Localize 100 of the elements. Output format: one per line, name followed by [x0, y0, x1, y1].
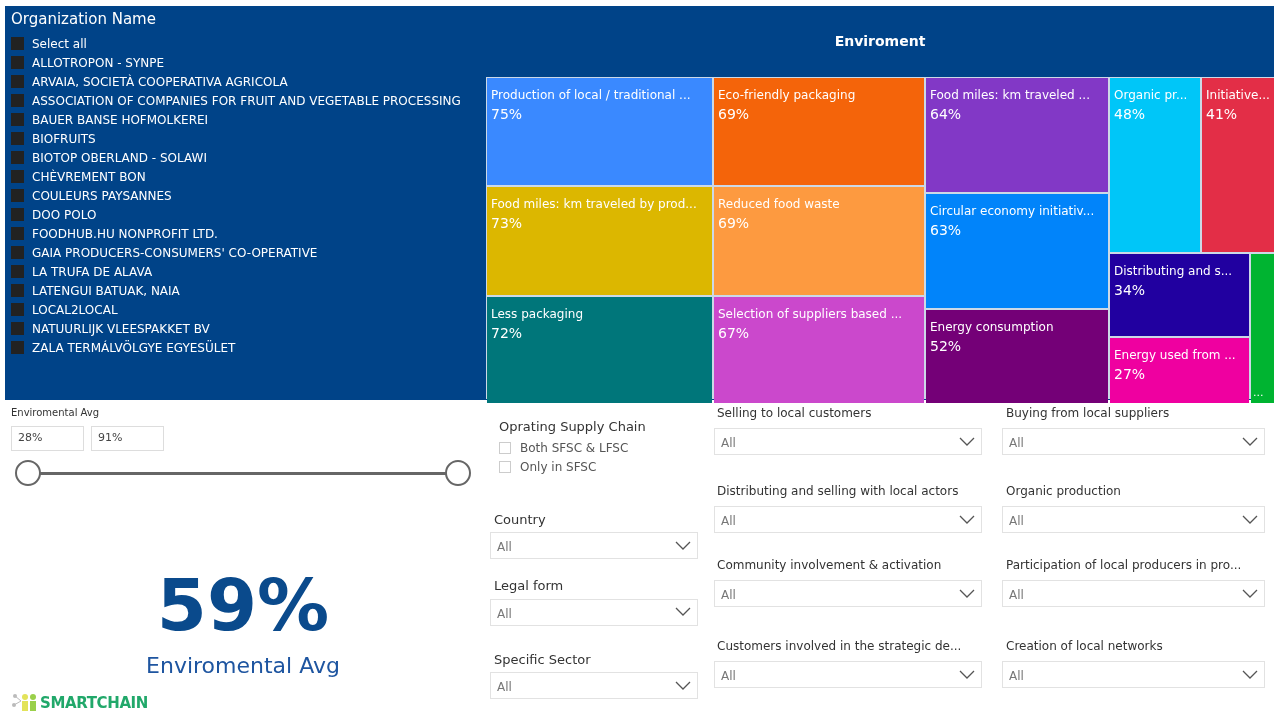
chevron-down-icon [959, 588, 975, 599]
slicer-item[interactable]: LOCAL2LOCAL [32, 300, 118, 319]
checkbox[interactable] [11, 170, 24, 183]
chevron-down-icon [959, 436, 975, 447]
tile-label: Production of local / traditional ... [491, 87, 691, 104]
checkbox[interactable] [11, 246, 24, 259]
checkbox[interactable] [11, 303, 24, 316]
tile-label: Food miles: km traveled by prod... [491, 196, 697, 213]
slicer-title: Organization Name [11, 10, 157, 28]
slicer-item[interactable]: BAUER BANSE HOFMOLKEREI [32, 110, 209, 129]
checkbox[interactable] [499, 442, 511, 454]
logo-text: SMARTCHAIN [40, 694, 148, 712]
slider-handle[interactable] [445, 460, 471, 486]
slicer-item[interactable]: DOO POLO [32, 205, 97, 224]
treemap-tile[interactable]: Selection of suppliers based ... 67% [714, 297, 924, 403]
treemap-tile[interactable]: Food miles: km traveled ... 64% [926, 78, 1108, 192]
dropdown[interactable]: All [1002, 428, 1265, 455]
checkbox-label[interactable]: Both SFSC & LFSC [520, 439, 629, 457]
tile-label: Food miles: km traveled ... [930, 87, 1090, 104]
tile-value: 72% [491, 324, 523, 343]
slicer-item[interactable]: ZALA TERMÁLVÖLGYE EGYESÜLET [32, 338, 236, 357]
tile-label: Eco-friendly packaging [718, 87, 856, 104]
tile-value: 52% [930, 337, 962, 356]
dropdown-label: Distributing and selling with local actors [717, 483, 960, 500]
chevron-down-icon [1242, 669, 1258, 680]
checkbox[interactable] [11, 208, 24, 221]
slicer-item[interactable]: BIOFRUITS [32, 129, 96, 148]
chevron-down-icon [959, 514, 975, 525]
slicer-item[interactable]: LATENGUI BATUAK, NAIA [32, 281, 180, 300]
slicer-item[interactable]: COULEURS PAYSANNES [32, 186, 172, 205]
slicer-item[interactable]: CHÈVREMENT BON [32, 167, 146, 186]
checkbox[interactable] [11, 56, 24, 69]
slicer-item[interactable]: ASSOCIATION OF COMPANIES FOR FRUIT AND VEGETABLE PROCESSING [32, 91, 461, 110]
kpi-value: 59% [156, 565, 330, 645]
dropdown[interactable]: All [1002, 580, 1265, 607]
dropdown[interactable]: All [714, 506, 982, 533]
dropdown[interactable]: All [490, 598, 698, 626]
range-min-field[interactable]: 28% [11, 426, 84, 451]
checkbox-label[interactable]: Only in SFSC [520, 458, 597, 476]
dropdown-label: Participation of local producers in pro... [1006, 557, 1243, 574]
checkbox[interactable] [11, 227, 24, 240]
slicer-item[interactable]: LA TRUFA DE ALAVA [32, 262, 153, 281]
slicer-item[interactable]: GAIA PRODUCERS-CONSUMERS' CO-OPERATIVE [32, 243, 318, 262]
checkbox[interactable] [11, 132, 24, 145]
tile-value: 69% [718, 214, 750, 233]
chevron-down-icon [675, 540, 691, 551]
slicer-item[interactable]: ARVAIA, SOCIETÀ COOPERATIVA AGRICOLA [32, 72, 288, 91]
dropdown-label: Specific Sector [494, 650, 592, 669]
dropdown-label: Buying from local suppliers [1006, 405, 1171, 422]
tile-value: 69% [718, 105, 750, 124]
dropdown-label: Customers involved in the strategic de... [717, 638, 963, 655]
tile-value: 27% [1114, 365, 1146, 384]
dropdown[interactable]: All [1002, 661, 1265, 688]
slicer-item[interactable]: FOODHUB.HU NONPROFIT LTD. [32, 224, 218, 243]
treemap-tile[interactable]: Energy consumption 52% [926, 310, 1108, 403]
range-max-field[interactable]: 91% [91, 426, 164, 451]
treemap-tile[interactable]: Distributing and s... 34% [1110, 254, 1249, 336]
tile-value: 67% [718, 324, 750, 343]
tile-value: 63% [930, 221, 962, 240]
checkbox[interactable] [11, 151, 24, 164]
checkbox[interactable] [11, 341, 24, 354]
checkbox[interactable] [11, 322, 24, 335]
checkbox[interactable] [11, 37, 24, 50]
chevron-down-icon [959, 669, 975, 680]
tile-label: ... [1253, 384, 1264, 401]
dropdown[interactable]: All [714, 661, 982, 688]
slider-handle[interactable] [15, 460, 41, 486]
checkbox[interactable] [11, 265, 24, 278]
tile-value: 48% [1114, 105, 1146, 124]
checkbox[interactable] [11, 189, 24, 202]
dropdown[interactable]: All [714, 428, 982, 455]
chevron-down-icon [675, 607, 691, 617]
checkbox[interactable] [11, 113, 24, 126]
slicer-item[interactable]: ALLOTROPON - SYNPE [32, 53, 165, 72]
checkbox[interactable] [499, 461, 511, 473]
dropdown[interactable]: All [490, 672, 698, 699]
checkbox[interactable] [11, 75, 24, 88]
dropdown-label: Community involvement & activation [717, 557, 943, 574]
chevron-down-icon [1242, 514, 1258, 525]
checkbox[interactable] [11, 284, 24, 297]
treemap-tile[interactable]: Energy used from ... 27% [1110, 338, 1249, 403]
tile-value: 64% [930, 105, 962, 124]
slicer-item[interactable]: BIOTOP OBERLAND - SOLAWI [32, 148, 207, 167]
tile-value: 41% [1206, 105, 1238, 124]
slicer-item[interactable]: Select all [32, 34, 87, 53]
chevron-down-icon [1242, 588, 1258, 599]
dropdown[interactable]: All [714, 580, 982, 607]
tile-value: 73% [491, 214, 523, 233]
checkbox[interactable] [11, 94, 24, 107]
tile-label: Reduced food waste [718, 196, 840, 213]
tile-label: Selection of suppliers based ... [718, 306, 903, 323]
treemap-tile[interactable]: Initiative... 41% [1202, 78, 1274, 252]
treemap-tile[interactable]: Less packaging 72% [487, 297, 712, 403]
tile-label: Less packaging [491, 306, 583, 323]
chevron-down-icon [1242, 436, 1258, 447]
dropdown[interactable]: All [490, 532, 698, 559]
slicer-item[interactable]: NATUURLIJK VLEESPAKKET BV [32, 319, 210, 338]
dropdown[interactable]: All [1002, 506, 1265, 533]
tile-label: Circular economy initiativ... [930, 203, 1095, 220]
treemap-tile[interactable]: Circular economy initiativ... 63% [926, 194, 1108, 308]
